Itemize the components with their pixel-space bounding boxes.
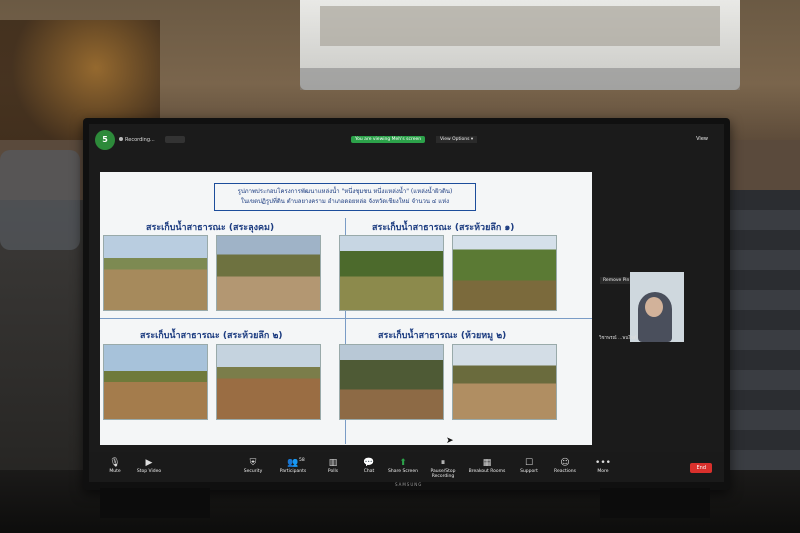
toolbar-reactions-button[interactable]: ☺ Reactions — [545, 458, 585, 474]
toolbar-pause-stop-recording-button[interactable]: ⏸ Pause/Stop Recording — [423, 458, 463, 479]
caption-pond-4: สระเก็บน้ำสาธารณะ (ห้วยหมู ๒) — [378, 331, 507, 341]
chair-left — [0, 150, 80, 250]
video-icon: ▶ — [145, 458, 153, 468]
toolbar-security-button[interactable]: ⛨ Security — [233, 458, 273, 474]
view-button[interactable]: View — [696, 136, 708, 142]
pond-photo — [339, 235, 444, 311]
remove-pin-button[interactable]: Remove Pin — [600, 277, 633, 284]
caption-pond-2: สระเก็บน้ำสาธารณะ (สระห้วยลึก ๑) — [372, 223, 515, 233]
polls-icon: ▥ — [328, 458, 338, 468]
view-options-button[interactable]: View Options ▾ — [436, 136, 478, 143]
monitor-stand-right — [600, 488, 710, 518]
pond-photo — [452, 235, 557, 311]
end-meeting-button[interactable]: End — [690, 463, 712, 473]
zoom-top-bar: 5 Recording... You are viewing Meh's scr… — [89, 124, 724, 150]
monitor-brand-logo: SAMSUNG — [395, 482, 423, 487]
participants-count: 58 — [299, 458, 305, 463]
toolbar-polls-button[interactable]: ▥ Polls — [313, 458, 353, 474]
mouse-cursor-icon: ➤ — [446, 436, 454, 446]
breakout-icon: ▦ — [482, 458, 492, 468]
toolbar-participants-button[interactable]: 👥 Participants 58 — [273, 458, 313, 474]
caption-pond-1: สระเก็บน้ำสาธารณะ (สระลุงคม) — [146, 223, 275, 233]
recording-controls[interactable] — [165, 136, 185, 143]
zoom-toolbar: 🎙 Mute ▶ Stop Video ⛨ Security 👥 Participants 58… — [89, 452, 724, 482]
shared-slide: รูปภาพประกอบโครงการพัฒนาแหล่งน้ำ "หนึ่งช… — [100, 172, 592, 446]
zoom-screen: 5 Recording... You are viewing Meh's scr… — [89, 124, 724, 482]
background-projection — [300, 0, 740, 90]
slide-title: รูปภาพประกอบโครงการพัฒนาแหล่งน้ำ "หนึ่งช… — [214, 183, 476, 211]
toolbar-share-screen-button[interactable]: ⬆ Share Screen — [383, 458, 423, 474]
toolbar-stop-video-button[interactable]: ▶ Stop Video — [129, 458, 169, 474]
pond-photo — [216, 235, 321, 311]
pond-photo — [452, 344, 557, 420]
toolbar-breakout-rooms-button[interactable]: ▦ Breakout Rooms — [467, 458, 507, 474]
share-screen-icon: ⬆ — [399, 458, 407, 468]
participant-name: วิชาพรณ์ ...พนไซต์ — [599, 336, 637, 341]
reactions-icon: ☺ — [560, 458, 570, 468]
pond-photo — [339, 344, 444, 420]
participant-avatar[interactable]: 5 — [95, 130, 115, 150]
toolbar-more-button[interactable]: ••• More — [583, 458, 623, 474]
more-icon: ••• — [595, 458, 611, 468]
scene: 5 Recording... You are viewing Meh's scr… — [0, 0, 800, 533]
monitor-stand-left — [100, 488, 210, 518]
participant-video[interactable] — [630, 272, 684, 342]
participants-icon: 👥 — [287, 458, 299, 468]
recording-indicator: Recording... — [119, 137, 155, 143]
caption-pond-3: สระเก็บน้ำสาธารณะ (สระห้วยลึก ๒) — [140, 331, 283, 341]
support-icon: ☐ — [524, 458, 534, 468]
toolbar-support-button[interactable]: ☐ Support — [509, 458, 549, 474]
recording-icon: ⏸ — [440, 458, 446, 468]
shield-icon: ⛨ — [249, 458, 257, 468]
divider-horizontal — [100, 318, 592, 319]
pond-photo — [216, 344, 321, 420]
monitor: 5 Recording... You are viewing Meh's scr… — [83, 118, 730, 490]
viewing-banner: You are viewing Meh's screen — [351, 136, 426, 143]
pond-photo — [103, 235, 208, 311]
recording-icon — [119, 137, 123, 141]
pond-photo — [103, 344, 208, 420]
